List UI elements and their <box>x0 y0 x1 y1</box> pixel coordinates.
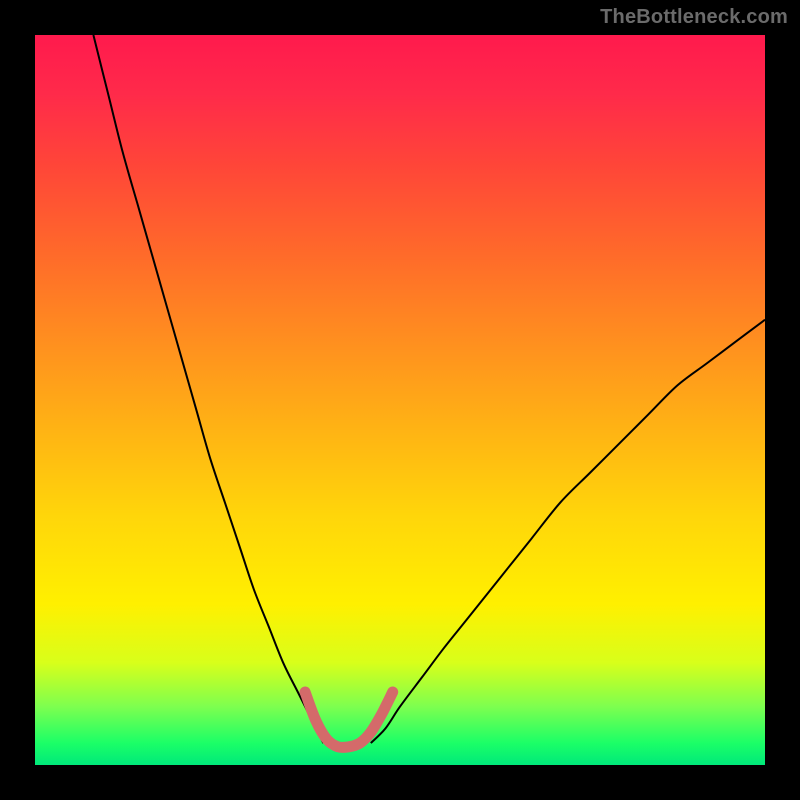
chart-frame: TheBottleneck.com <box>0 0 800 800</box>
curve-right-branch <box>371 320 765 743</box>
curve-left-branch <box>93 35 323 743</box>
valley-highlight <box>305 692 393 747</box>
plot-area <box>35 35 765 765</box>
chart-svg <box>35 35 765 765</box>
watermark-text: TheBottleneck.com <box>600 6 788 29</box>
